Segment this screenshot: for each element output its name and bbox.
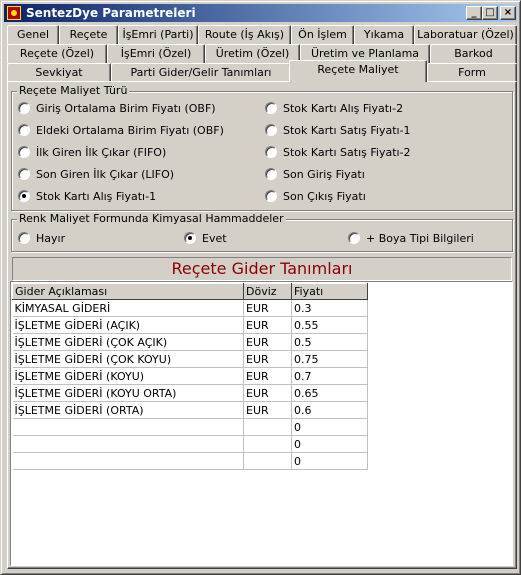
- radio-circle-checked[interactable]: [184, 232, 196, 244]
- parameters-window: SentezDye Parametreleri _ □ × Genel Reçe…: [0, 0, 521, 575]
- radio-label: Eldeki Ortalama Birim Fiyatı (OBF): [36, 124, 224, 137]
- tab-recete[interactable]: Reçete: [59, 25, 118, 44]
- cell-fiyati[interactable]: 0: [291, 452, 368, 470]
- cell-aciklama[interactable]: İŞLETME GİDERİ (AÇIK): [12, 316, 244, 334]
- cell-fiyati[interactable]: 0.3: [291, 299, 368, 317]
- gider-grid[interactable]: Gider Açıklaması Döviz Fiyatı KİMYASAL G…: [10, 281, 513, 566]
- cell-doviz[interactable]: EUR: [243, 401, 292, 419]
- cell-aciklama[interactable]: [12, 418, 244, 436]
- cell-aciklama[interactable]: İŞLETME GİDERİ (KOYU ORTA): [12, 384, 244, 402]
- cell-doviz[interactable]: EUR: [243, 384, 292, 402]
- radio-label: Hayır: [36, 232, 66, 245]
- cell-aciklama[interactable]: [12, 452, 244, 470]
- cell-fiyati[interactable]: 0.7: [291, 367, 368, 385]
- tab-uretim-ozel[interactable]: Üretim (Özel): [205, 44, 300, 63]
- table-row[interactable]: 0: [12, 418, 368, 436]
- radio-circle[interactable]: [265, 190, 277, 202]
- cell-doviz[interactable]: [243, 435, 292, 453]
- radio-circle[interactable]: [265, 124, 277, 136]
- tab-on-islem[interactable]: Ön İşlem: [291, 25, 354, 44]
- cell-fiyati[interactable]: 0.75: [291, 350, 368, 368]
- tab-recete-ozel[interactable]: Reçete (Özel): [7, 44, 107, 63]
- cell-aciklama[interactable]: İŞLETME GİDERİ (ORTA): [12, 401, 244, 419]
- tab-parti-gider-gelir[interactable]: Parti Gider/Gelir Tanımları: [111, 63, 291, 82]
- column-header-aciklama[interactable]: Gider Açıklaması: [12, 283, 244, 300]
- cell-doviz[interactable]: EUR: [243, 299, 292, 317]
- cell-fiyati[interactable]: 0.55: [291, 316, 368, 334]
- cell-doviz[interactable]: [243, 418, 292, 436]
- radio-label: Giriş Ortalama Birim Fiyatı (OBF): [36, 102, 216, 115]
- table-row[interactable]: 0: [12, 435, 368, 453]
- cell-doviz[interactable]: EUR: [243, 367, 292, 385]
- radio-label: Son Giren İlk Çıkar (LIFO): [36, 168, 175, 181]
- radio-circle[interactable]: [18, 168, 30, 180]
- table-row[interactable]: İŞLETME GİDERİ (AÇIK) EUR 0.55: [12, 316, 368, 334]
- table-row[interactable]: İŞLETME GİDERİ (ÇOK AÇIK) EUR 0.5: [12, 333, 368, 351]
- tab-isemri-ozel[interactable]: İşEmri (Özel): [107, 44, 205, 63]
- radio-label: Stok Kartı Alış Fiyatı-2: [283, 102, 404, 115]
- title-bar[interactable]: SentezDye Parametreleri _ □ ×: [4, 4, 517, 22]
- table-row[interactable]: KİMYASAL GİDERİ EUR 0.3: [12, 299, 368, 317]
- table-row[interactable]: İŞLETME GİDERİ (ÇOK KOYU) EUR 0.75: [12, 350, 368, 368]
- cell-fiyati[interactable]: 0: [291, 435, 368, 453]
- tab-barkod[interactable]: Barkod: [430, 44, 517, 63]
- tab-route[interactable]: Route (İş Akış): [198, 25, 291, 44]
- cell-fiyati[interactable]: 0.6: [291, 401, 368, 419]
- cell-doviz[interactable]: [243, 452, 292, 470]
- renk-maliyet-group: Renk Maliyet Formunda Kimyasal Hammaddel…: [11, 212, 513, 252]
- gider-table[interactable]: Gider Açıklaması Döviz Fiyatı KİMYASAL G…: [12, 283, 368, 470]
- cell-doviz[interactable]: EUR: [243, 316, 292, 334]
- close-button[interactable]: ×: [500, 6, 516, 20]
- radio-circle-checked[interactable]: [18, 190, 30, 202]
- cell-doviz[interactable]: EUR: [243, 350, 292, 368]
- radio-circle[interactable]: [18, 102, 30, 114]
- radio-circle[interactable]: [348, 232, 360, 244]
- recete-maliyet-turu-group: Reçete Maliyet Türü Giriş Ortalama Birim…: [11, 84, 513, 211]
- table-header-row: Gider Açıklaması Döviz Fiyatı: [12, 283, 368, 300]
- recete-maliyet-turu-legend: Reçete Maliyet Türü: [17, 84, 130, 97]
- tab-sevkiyat[interactable]: Sevkiyat: [7, 63, 111, 82]
- column-header-doviz[interactable]: Döviz: [243, 283, 292, 300]
- radio-circle[interactable]: [265, 102, 277, 114]
- radio-label: Stok Kartı Satış Fiyatı-1: [283, 124, 411, 137]
- cell-aciklama[interactable]: KİMYASAL GİDERİ: [12, 299, 244, 317]
- window-title: SentezDye Parametreleri: [26, 6, 196, 20]
- cell-fiyati[interactable]: 0.65: [291, 384, 368, 402]
- column-header-fiyati[interactable]: Fiyatı: [291, 283, 368, 300]
- tab-recete-maliyet[interactable]: Reçete Maliyet: [289, 60, 427, 82]
- tab-genel[interactable]: Genel: [7, 25, 59, 44]
- radio-label: İlk Giren İlk Çıkar (FIFO): [36, 146, 167, 159]
- cell-doviz[interactable]: EUR: [243, 333, 292, 351]
- table-row[interactable]: İŞLETME GİDERİ (KOYU) EUR 0.7: [12, 367, 368, 385]
- cell-fiyati[interactable]: 0: [291, 418, 368, 436]
- cell-aciklama[interactable]: [12, 435, 244, 453]
- minimize-button[interactable]: _: [466, 6, 482, 20]
- radio-circle[interactable]: [265, 168, 277, 180]
- radio-label: + Boya Tipi Bilgileri: [366, 232, 474, 245]
- tab-form[interactable]: Form: [427, 63, 517, 82]
- radio-label: Stok Kartı Alış Fiyatı-1: [36, 190, 157, 203]
- cell-fiyati[interactable]: 0.5: [291, 333, 368, 351]
- table-row[interactable]: İŞLETME GİDERİ (ORTA) EUR 0.6: [12, 401, 368, 419]
- radio-label: Son Giriş Fiyatı: [283, 168, 365, 181]
- cell-aciklama[interactable]: İŞLETME GİDERİ (ÇOK KOYU): [12, 350, 244, 368]
- tab-laboratuar-ozel[interactable]: Laboratuar (Özel): [414, 25, 517, 44]
- radio-label: Stok Kartı Satış Fiyatı-2: [283, 146, 411, 159]
- radio-label: Evet: [202, 232, 227, 245]
- tab-isemri-parti[interactable]: İşEmri (Parti): [118, 25, 198, 44]
- radio-label: Son Çıkış Fiyatı: [283, 190, 366, 203]
- radio-circle[interactable]: [18, 124, 30, 136]
- gider-banner: Reçete Gider Tanımları: [12, 257, 512, 281]
- table-row[interactable]: İŞLETME GİDERİ (KOYU ORTA) EUR 0.65: [12, 384, 368, 402]
- maximize-button[interactable]: □: [482, 6, 498, 20]
- radio-circle[interactable]: [265, 146, 277, 158]
- radio-circle[interactable]: [18, 146, 30, 158]
- cell-aciklama[interactable]: İŞLETME GİDERİ (ÇOK AÇIK): [12, 333, 244, 351]
- renk-maliyet-legend: Renk Maliyet Formunda Kimyasal Hammaddel…: [17, 212, 286, 225]
- tab-yikama[interactable]: Yıkama: [354, 25, 414, 44]
- cell-aciklama[interactable]: İŞLETME GİDERİ (KOYU): [12, 367, 244, 385]
- app-icon: [7, 6, 21, 20]
- table-row[interactable]: 0: [12, 452, 368, 470]
- radio-circle[interactable]: [18, 232, 30, 244]
